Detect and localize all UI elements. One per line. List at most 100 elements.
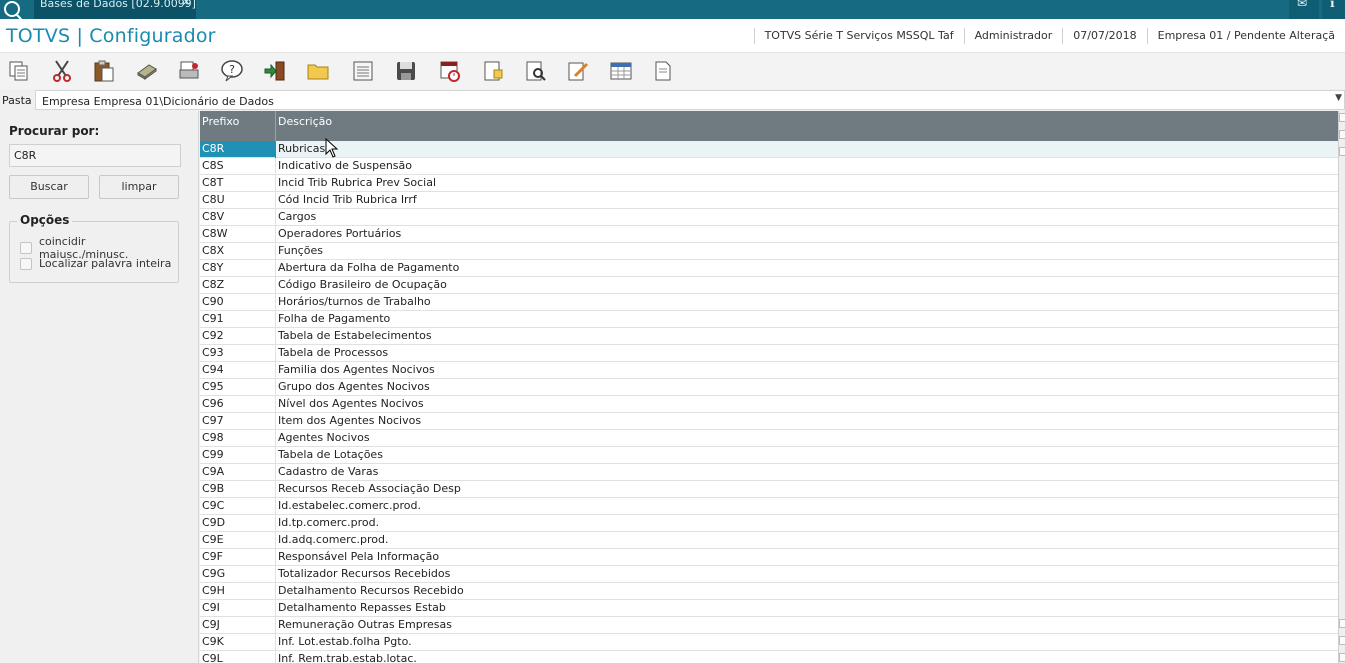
buscar-button[interactable]: Buscar — [9, 175, 89, 199]
table-row[interactable]: C9G Totalizador Recursos Recebidos — [200, 566, 1338, 583]
date-label: 07/07/2018 — [1062, 28, 1146, 44]
table-row[interactable]: C90 Horários/turnos de Trabalho — [200, 294, 1338, 311]
table-row[interactable]: C92 Tabela de Estabelecimentos — [200, 328, 1338, 345]
cell-descricao: Grupo dos Agentes Nocivos — [278, 380, 430, 393]
table-row[interactable]: C8S Indicativo de Suspensão — [200, 158, 1338, 175]
table-row[interactable]: C99 Tabela de Lotações — [200, 447, 1338, 464]
cell-divider — [275, 362, 276, 379]
help-icon[interactable]: ? — [219, 58, 245, 84]
table-row[interactable]: C8V Cargos — [200, 209, 1338, 226]
tab-bases-de-dados[interactable]: Bases de Dados [02.9.0099] × — [34, 0, 196, 19]
page-icon[interactable] — [650, 58, 676, 84]
paste-icon[interactable] — [91, 58, 117, 84]
cell-descricao: Cód Incid Trib Rubrica Irrf — [278, 193, 417, 206]
table-row[interactable]: C8U Cód Incid Trib Rubrica Irrf — [200, 192, 1338, 209]
table-row[interactable]: C95 Grupo dos Agentes Nocivos — [200, 379, 1338, 396]
scroll-top-button[interactable] — [1339, 113, 1345, 122]
search-input[interactable] — [9, 144, 181, 167]
grid-header: Prefixo Descrição — [200, 111, 1338, 141]
mail-button[interactable]: ✉ — [1289, 0, 1319, 19]
cell-divider — [275, 498, 276, 515]
scroll-down-button[interactable] — [1339, 619, 1345, 628]
book-icon[interactable] — [134, 58, 160, 84]
data-grid: Prefixo Descrição C8R Rubricas C8S Indicati… — [200, 111, 1338, 663]
column-header-prefixo[interactable]: Prefixo — [202, 115, 239, 128]
table-row[interactable]: C97 Item dos Agentes Nocivos — [200, 413, 1338, 430]
column-header-descricao[interactable]: Descrição — [278, 115, 332, 128]
vertical-scrollbar[interactable] — [1338, 111, 1345, 663]
cell-descricao: Horários/turnos de Trabalho — [278, 295, 431, 308]
table-row[interactable]: C9K Inf. Lot.estab.folha Pgto. — [200, 634, 1338, 651]
schedule-icon[interactable] — [437, 58, 463, 84]
cell-prefixo: C93 — [202, 346, 224, 359]
folder-icon[interactable] — [305, 58, 331, 84]
cell-descricao: Detalhamento Recursos Recebido — [278, 584, 464, 597]
new-doc-icon[interactable] — [480, 58, 506, 84]
table-row[interactable]: C9C Id.estabelec.comerc.prod. — [200, 498, 1338, 515]
column-divider[interactable] — [275, 111, 276, 141]
save-icon[interactable] — [393, 58, 419, 84]
exit-icon[interactable] — [262, 58, 288, 84]
checkbox-icon[interactable] — [20, 242, 32, 254]
table-row[interactable]: C9E Id.adq.comerc.prod. — [200, 532, 1338, 549]
table-row[interactable]: C8Z Código Brasileiro de Ocupação — [200, 277, 1338, 294]
table-row[interactable]: C93 Tabela de Processos — [200, 345, 1338, 362]
table-row[interactable]: C9J Remuneração Outras Empresas — [200, 617, 1338, 634]
cell-descricao: Tabela de Lotações — [278, 448, 383, 461]
app-header: TOTVS | Configurador TOTVS Série T Servi… — [0, 19, 1345, 53]
cell-divider — [275, 396, 276, 413]
limpar-button[interactable]: limpar — [99, 175, 179, 199]
table-row[interactable]: C91 Folha de Pagamento — [200, 311, 1338, 328]
cell-prefixo: C9A — [202, 465, 225, 478]
table-row[interactable]: C9F Responsável Pela Informação — [200, 549, 1338, 566]
table-row[interactable]: C96 Nível dos Agentes Nocivos — [200, 396, 1338, 413]
scroll-bottom-button[interactable] — [1339, 653, 1345, 662]
cell-divider — [275, 549, 276, 566]
table-row[interactable]: C8T Incid Trib Rubrica Prev Social — [200, 175, 1338, 192]
close-icon[interactable]: × — [182, 0, 191, 7]
whole-word-label: Localizar palavra inteira — [39, 257, 172, 270]
cell-descricao: Tabela de Estabelecimentos — [278, 329, 432, 342]
info-button[interactable]: ℹ — [1322, 0, 1345, 19]
print-icon[interactable] — [176, 58, 202, 84]
cell-divider — [275, 379, 276, 396]
table-row[interactable]: C8X Funções — [200, 243, 1338, 260]
checkbox-icon[interactable] — [20, 257, 32, 270]
company-label[interactable]: Empresa 01 / Pendente Alteraçã — [1146, 28, 1345, 44]
table-row[interactable]: C8R Rubricas — [200, 141, 1338, 158]
copy-icon[interactable] — [6, 58, 32, 84]
search-doc-icon[interactable] — [523, 58, 549, 84]
list-icon[interactable] — [350, 58, 376, 84]
cell-descricao: Familia dos Agentes Nocivos — [278, 363, 435, 376]
table-row[interactable]: C94 Familia dos Agentes Nocivos — [200, 362, 1338, 379]
cell-descricao: Abertura da Folha de Pagamento — [278, 261, 460, 274]
table-row[interactable]: C9H Detalhamento Recursos Recebido — [200, 583, 1338, 600]
cell-divider — [275, 583, 276, 600]
cell-prefixo: C9H — [202, 584, 225, 597]
table-row[interactable]: C9I Detalhamento Repasses Estab — [200, 600, 1338, 617]
table-row[interactable]: C9A Cadastro de Varas — [200, 464, 1338, 481]
totvs-logo-icon[interactable] — [4, 1, 20, 17]
calendar-icon[interactable] — [608, 58, 634, 84]
cell-descricao: Agentes Nocivos — [278, 431, 370, 444]
table-row[interactable]: C98 Agentes Nocivos — [200, 430, 1338, 447]
cell-divider — [275, 600, 276, 617]
whole-word-checkbox[interactable]: Localizar palavra inteira — [20, 257, 171, 270]
edit-icon[interactable] — [565, 58, 591, 84]
scroll-page-up-button[interactable] — [1339, 130, 1345, 139]
cell-descricao: Id.adq.comerc.prod. — [278, 533, 389, 546]
table-row[interactable]: C8W Operadores Portuários — [200, 226, 1338, 243]
cell-descricao: Remuneração Outras Empresas — [278, 618, 452, 631]
cut-icon[interactable] — [49, 58, 75, 84]
table-row[interactable]: C9L Inf. Rem.trab.estab.lotac. — [200, 651, 1338, 663]
cell-descricao: Recursos Receb Associação Desp — [278, 482, 461, 495]
scroll-page-down-button[interactable] — [1339, 636, 1345, 645]
cell-descricao: Cargos — [278, 210, 317, 223]
table-row[interactable]: C9D Id.tp.comerc.prod. — [200, 515, 1338, 532]
cell-prefixo: C9J — [202, 618, 220, 631]
table-row[interactable]: C8Y Abertura da Folha de Pagamento — [200, 260, 1338, 277]
pasta-select[interactable]: Empresa Empresa 01\Dicionário de Dados ▼ — [35, 90, 1345, 110]
table-row[interactable]: C9B Recursos Receb Associação Desp — [200, 481, 1338, 498]
scroll-up-button[interactable] — [1339, 147, 1345, 156]
chevron-down-icon[interactable]: ▼ — [1335, 93, 1342, 103]
